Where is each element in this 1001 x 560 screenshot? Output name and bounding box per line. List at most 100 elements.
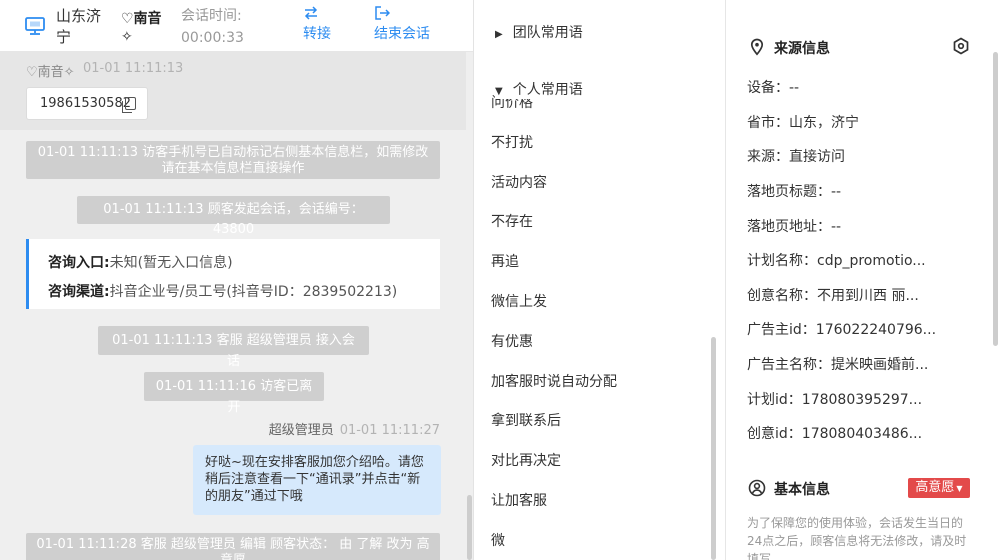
transfer-icon (304, 6, 318, 20)
transfer-button[interactable]: 转接 (303, 5, 331, 43)
info-label: 设备： (747, 80, 789, 96)
caret-right-icon: ▶ (495, 29, 503, 40)
info-row-creative-id: 创意id：178080403486... (747, 423, 942, 443)
phrase-item[interactable]: 不打扰 (491, 132, 533, 152)
info-value: -- (831, 219, 842, 235)
consult-info-card: 咨询入口:未知(暂无入口信息) 咨询渠道:抖音企业号/员工号(抖音号ID：283… (26, 239, 440, 309)
info-label: 计划名称： (747, 253, 817, 269)
agent-message-meta: 超级管理员 01-01 11:11:27 (269, 419, 440, 438)
visitor-message-time: 01-01 11:11:13 (83, 61, 184, 76)
intent-status-label: 高意愿 (915, 480, 955, 495)
chat-scrollbar[interactable] (467, 495, 472, 560)
info-scrollbar[interactable] (993, 52, 998, 346)
system-message: 01-01 11:11:13 客服 超级管理员 接入会话 (98, 326, 369, 369)
customer-info-panel: 来源信息 设备：-- 省市：山东，济宁 来源：直接访问 落地页标题：-- 落地页… (727, 0, 1001, 560)
info-label: 创意名称： (747, 288, 817, 304)
info-label: 省市： (747, 115, 789, 131)
info-label: 落地页地址： (747, 219, 831, 235)
phrase-item[interactable]: 不存在 (491, 211, 533, 231)
info-label: 来源： (747, 149, 789, 165)
settings-icon[interactable] (952, 37, 970, 55)
info-value: 山东，济宁 (789, 115, 859, 131)
phrase-group-team-label: 团队常用语 (512, 25, 583, 41)
session-time-label: 会话时间: (181, 8, 242, 24)
basic-info-title: 基本信息 (774, 482, 830, 498)
info-value: 不用到川西 丽... (817, 288, 919, 304)
copy-icon[interactable] (122, 97, 136, 113)
consult-entry-label: 咨询入口: (48, 255, 110, 271)
session-time-value: 00:00:33 (181, 30, 244, 46)
source-info-title: 来源信息 (774, 41, 830, 57)
visitor-location: 山东济宁 (56, 7, 102, 46)
system-message: 01-01 11:11:13 访客手机号已自动标记右侧基本信息栏，如需修改请在基… (26, 141, 440, 179)
chat-header: 山东济宁 ♡南音✧ 会话时间: 00:00:33 转接 结束会话 (0, 0, 473, 52)
info-row-landing-url: 落地页地址：-- (747, 216, 942, 236)
info-value: -- (831, 184, 842, 200)
consult-channel-row: 咨询渠道:抖音企业号/员工号(抖音号ID：2839502213) (48, 281, 397, 301)
transfer-label: 转接 (303, 26, 331, 42)
info-row-device: 设备：-- (747, 77, 942, 97)
info-row-plan-id: 计划id：178080395297... (747, 389, 942, 409)
end-session-label: 结束会话 (374, 26, 430, 42)
basic-info-note: 为了保障您的使用体验，会话发生当日的24点之后，顾客信息将无法修改，请及时填写 (747, 516, 967, 560)
info-row-plan-name: 计划名称：cdp_promotio... (747, 250, 942, 270)
agent-message-time: 01-01 11:11:27 (339, 423, 440, 438)
info-value: 提米映画婚前... (831, 357, 929, 373)
info-value: 176022240796... (815, 322, 937, 338)
phrase-item[interactable]: 微信上发 (491, 291, 547, 311)
phrase-item[interactable]: 加客服时说自动分配 (491, 371, 617, 391)
info-row-landing-title: 落地页标题：-- (747, 181, 942, 201)
info-row-source: 来源：直接访问 (747, 146, 942, 166)
info-value: 直接访问 (789, 149, 845, 165)
consult-channel-label: 咨询渠道: (48, 284, 110, 300)
info-row-advertiser-name: 广告主名称：提米映画婚前... (747, 354, 942, 374)
agent-message-bubble: 好哒~现在安排客服加您介绍哈。请您稍后注意查看一下“通讯录”并点击“新的朋友”通… (193, 445, 441, 515)
quick-phrases-panel: ▶ 团队常用语 问价格 不打扰 活动内容 不存在 再追 微信上发 有优惠 加客服时… (475, 0, 726, 560)
info-value: 178080395297... (801, 392, 923, 408)
phrase-item[interactable]: 让加客服 (491, 490, 547, 510)
system-message: 01-01 11:11:13 顾客发起会话，会话编号：43800 (77, 196, 390, 237)
agent-name: 超级管理员 (268, 423, 334, 438)
caret-down-icon: ▼ (495, 86, 503, 97)
info-label: 广告主id： (747, 322, 816, 338)
end-session-icon (375, 6, 390, 20)
user-icon (748, 479, 766, 497)
info-row-province: 省市：山东，济宁 (747, 112, 942, 132)
phrases-scrollbar[interactable] (711, 337, 716, 560)
phrase-group-personal-label: 个人常用语 (512, 82, 583, 98)
system-message: 01-01 11:11:28 客服 超级管理员 编辑 顾客状态： 由 了解 改为… (26, 533, 440, 560)
system-message: 01-01 11:11:16 访客已离开 (144, 372, 324, 415)
info-row-advertiser-id: 广告主id：176022240796... (747, 319, 942, 339)
phone-number: 19861530582 (40, 96, 131, 111)
visitor-message-nickname: ♡南音✧ (26, 65, 75, 80)
info-value: 178080403486... (801, 426, 923, 442)
phrase-item[interactable]: 拿到联系后 (491, 410, 561, 430)
chat-panel: 山东济宁 ♡南音✧ 会话时间: 00:00:33 转接 结束会话 ♡南音✧ 01… (0, 0, 474, 560)
info-label: 创意id： (747, 426, 802, 442)
phone-chip[interactable]: 19861530582 (26, 87, 148, 120)
consult-entry-row: 咨询入口:未知(暂无入口信息) (48, 252, 233, 272)
monitor-icon (25, 17, 45, 35)
phrase-group-team[interactable]: ▶ 团队常用语 (495, 22, 583, 42)
caret-down-icon: ▼ (956, 484, 963, 493)
phrase-item[interactable]: 微 (491, 530, 505, 550)
visitor-nickname: ♡南音✧ (121, 11, 162, 45)
intent-status-dropdown[interactable]: 高意愿 ▼ (908, 478, 970, 498)
location-icon (750, 38, 764, 56)
phrase-item[interactable]: 活动内容 (491, 172, 547, 192)
info-label: 广告主名称： (747, 357, 831, 373)
phrase-group-personal[interactable]: ▼ 个人常用语 (495, 79, 593, 99)
info-value: -- (789, 80, 800, 96)
phrase-item[interactable]: 有优惠 (491, 331, 533, 351)
info-label: 计划id： (747, 392, 802, 408)
info-row-creative-name: 创意名称：不用到川西 丽... (747, 285, 942, 305)
consult-channel-value: 抖音企业号/员工号(抖音号ID：2839502213) (109, 284, 398, 300)
info-label: 落地页标题： (747, 184, 831, 200)
consult-entry-value: 未知(暂无入口信息) (109, 255, 233, 271)
source-info-heading: 来源信息 (748, 38, 948, 58)
end-session-button[interactable]: 结束会话 (374, 5, 430, 43)
phrase-item[interactable]: 再追 (491, 251, 519, 271)
info-value: cdp_promotio... (817, 253, 926, 269)
visitor-message: ♡南音✧ 01-01 11:11:13 19861530582 (0, 52, 466, 130)
phrase-item[interactable]: 对比再决定 (491, 450, 561, 470)
